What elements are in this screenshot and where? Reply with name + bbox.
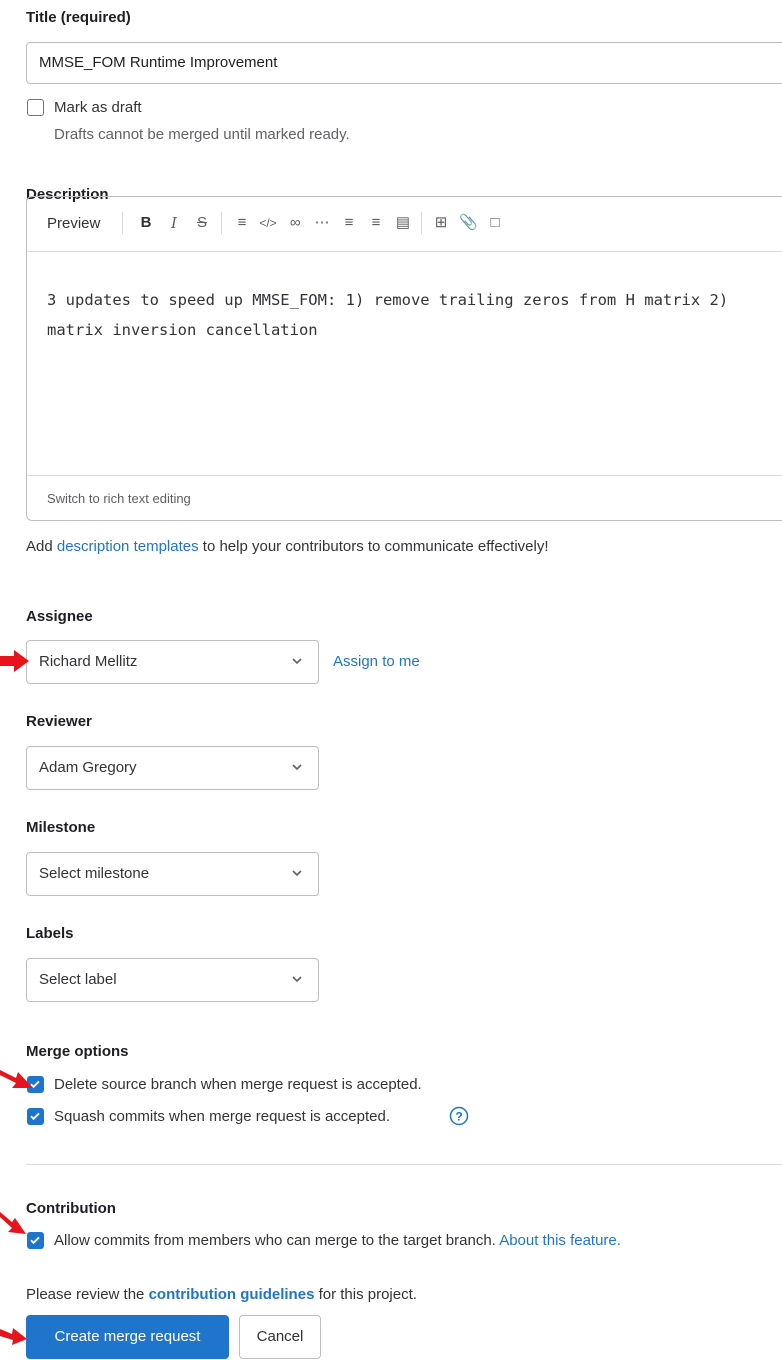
guidelines-text: Please review the contribution guideline… [26,1286,417,1303]
templates-hint: Add description templates to help your c… [26,538,549,555]
attachment-icon[interactable]: 📎 [459,213,478,233]
quick-actions-icon[interactable]: □ [486,213,504,233]
preview-tab[interactable]: Preview [47,215,100,232]
switch-rich-text-link[interactable]: Switch to rich text editing [47,491,191,506]
labels-value: Select label [39,971,117,988]
draft-help-text: Drafts cannot be merged until marked rea… [54,126,350,143]
editor-footer: Switch to rich text editing [27,475,782,522]
reviewer-value: Adam Gregory [39,759,137,776]
squash-commits-label: Squash commits when merge request is acc… [54,1108,390,1125]
chevron-down-icon [292,870,302,877]
svg-text:?: ? [455,1110,462,1124]
description-templates-link[interactable]: description templates [57,538,199,555]
reviewer-label: Reviewer [26,713,92,730]
templates-hint-pre: Add [26,538,57,555]
description-textarea[interactable]: 3 updates to speed up MMSE_FOM: 1) remov… [47,285,782,345]
allow-commits-text: Allow commits from members who can merge… [54,1232,621,1249]
assignee-value: Richard Mellitz [39,653,138,670]
milestone-select[interactable]: Select milestone [26,852,319,896]
milestone-label: Milestone [26,819,96,836]
task-list-icon[interactable]: ≡ [367,213,385,233]
title-label: Title (required) [26,9,131,26]
cancel-button[interactable]: Cancel [239,1315,321,1359]
toolbar-divider [122,212,123,234]
draft-label: Mark as draft [54,99,142,116]
create-merge-request-button[interactable]: Create merge request [26,1315,229,1359]
help-icon[interactable]: ? [449,1106,469,1126]
annotation-arrow-icon [0,1070,33,1088]
reviewer-select[interactable]: Adam Gregory [26,746,319,790]
editor-toolbar: Preview B I S ≡ </> ∞ ⋯ ≡ ≡ ▤ ⊞ 📎 □ [27,197,782,252]
italic-icon[interactable]: I [165,213,183,233]
assignee-select[interactable]: Richard Mellitz [26,640,319,684]
assignee-label: Assignee [26,608,93,625]
contribution-guidelines-link[interactable]: contribution guidelines [149,1286,315,1303]
table-icon[interactable]: ⊞ [432,213,450,233]
chevron-down-icon [292,658,302,665]
section-divider [26,1164,782,1165]
delete-branch-label: Delete source branch when merge request … [54,1076,422,1093]
merge-options-label: Merge options [26,1043,129,1060]
strikethrough-icon[interactable]: S [193,213,211,233]
contribution-label: Contribution [26,1200,116,1217]
guidelines-post: for this project. [314,1286,417,1303]
guidelines-pre: Please review the [26,1286,149,1303]
link-icon[interactable]: ∞ [286,213,304,233]
squash-commits-checkbox[interactable] [27,1108,44,1125]
about-feature-link[interactable]: About this feature. [499,1232,621,1249]
quote-icon[interactable]: ≡ [233,213,251,233]
annotation-arrow-icon [0,650,29,672]
bullet-list-icon[interactable]: ⋯ [313,213,331,233]
checkmark-icon [30,1112,40,1121]
annotation-arrow-icon [0,1212,26,1234]
bold-icon[interactable]: B [137,213,155,233]
assign-to-me-link[interactable]: Assign to me [333,653,420,670]
title-input[interactable]: MMSE_FOM Runtime Improvement [26,42,782,84]
templates-hint-post: to help your contributors to communicate… [198,538,549,555]
toolbar-divider [221,212,222,234]
milestone-value: Select milestone [39,865,150,882]
labels-select[interactable]: Select label [26,958,319,1002]
allow-commits-label: Allow commits from members who can merge… [54,1232,496,1249]
chevron-down-icon [292,976,302,983]
checkmark-icon [30,1236,40,1245]
allow-commits-checkbox[interactable] [27,1232,44,1249]
annotation-arrow-icon [0,1328,27,1345]
toolbar-divider [421,212,422,234]
code-icon[interactable]: </> [259,213,277,233]
labels-label: Labels [26,925,74,942]
draft-checkbox[interactable] [27,99,44,116]
collapsible-icon[interactable]: ▤ [394,213,412,233]
numbered-list-icon[interactable]: ≡ [340,213,358,233]
chevron-down-icon [292,764,302,771]
description-editor: Preview B I S ≡ </> ∞ ⋯ ≡ ≡ ▤ ⊞ 📎 □ 3 up… [26,196,782,521]
